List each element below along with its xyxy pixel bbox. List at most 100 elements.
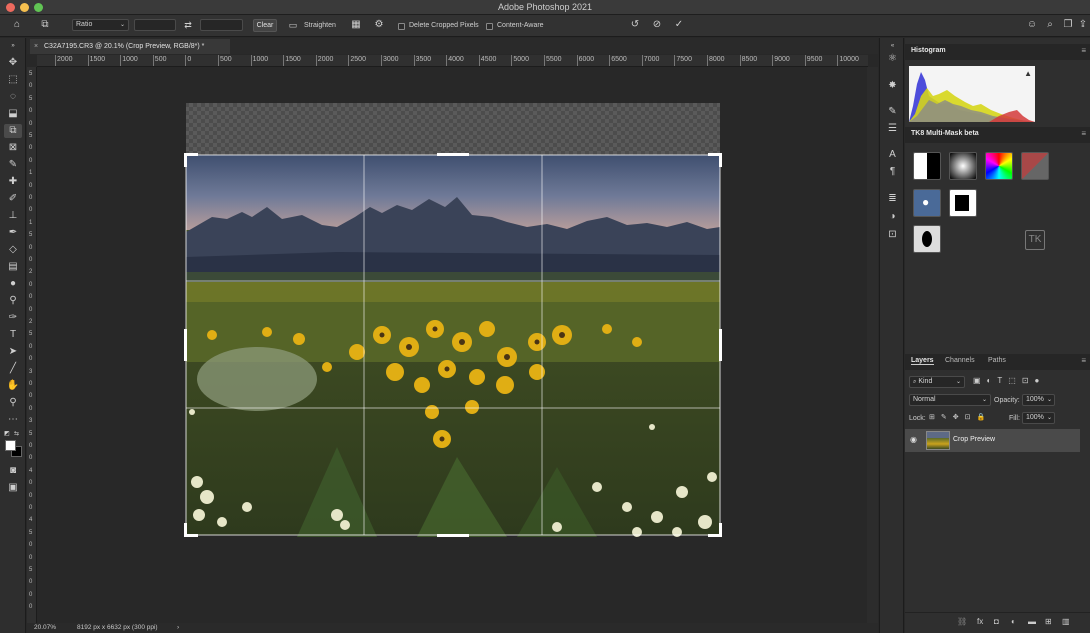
paragraph-icon[interactable]: ¶ [885, 165, 900, 179]
cancel-icon[interactable]: ⊘ [650, 19, 664, 31]
more-tools-icon[interactable]: ⋯ [4, 413, 22, 427]
mask-color-button[interactable] [985, 152, 1013, 180]
eyedropper-tool-icon[interactable]: ✎ [4, 158, 22, 172]
gear-icon[interactable]: ⚙ [372, 19, 386, 31]
workspace-icon[interactable]: ❐ [1061, 19, 1075, 31]
fill-label: Fill: [1009, 415, 1020, 422]
fx-icon[interactable]: fx [977, 617, 983, 626]
straighten-label[interactable]: Straighten [304, 22, 336, 29]
histogram-title[interactable]: Histogram [911, 47, 946, 54]
line-tool-icon[interactable]: ╱ [4, 362, 22, 376]
chevron-down-icon: ⌄ [1046, 397, 1052, 403]
ratio-dropdown[interactable]: Ratio ⌄ [72, 19, 129, 31]
opacity-input[interactable]: 100% ⌄ [1022, 394, 1055, 406]
panel-menu-icon[interactable]: ≡ [1081, 129, 1086, 138]
zoom-tool-icon[interactable]: ⚲ [4, 396, 22, 410]
crop-tool-icon[interactable]: ⧉ [38, 19, 52, 31]
gradient-tool-icon[interactable]: ▤ [4, 260, 22, 274]
lock-icons[interactable]: ⊞✎✥⊡🔒 [929, 413, 999, 424]
commit-check-icon[interactable]: ✓ [672, 19, 686, 31]
tab-layers[interactable]: Layers [911, 357, 934, 365]
libraries-icon[interactable]: ⊡ [885, 228, 900, 242]
dodge-tool-icon[interactable]: ⚲ [4, 294, 22, 308]
clear-button[interactable]: Clear [253, 19, 277, 32]
tab-channels[interactable]: Channels [945, 357, 975, 364]
swap-icon[interactable]: ⇄ [181, 19, 195, 31]
marquee-tool-icon[interactable]: ⬚ [4, 73, 22, 87]
transparent-area [186, 103, 720, 155]
document-tab[interactable]: × C32A7195.CR3 @ 20.1% (Crop Preview, RG… [30, 39, 230, 54]
new-layer-icon[interactable]: ⊞ [1045, 617, 1052, 626]
layer-filter-icons[interactable]: ▣◐T⬚⊡● [973, 376, 1073, 388]
character-icon[interactable]: A [885, 148, 900, 162]
eraser-tool-icon[interactable]: ◇ [4, 243, 22, 257]
styles-icon[interactable]: ◑ [885, 210, 900, 224]
warning-icon[interactable]: ▲ [1024, 69, 1032, 78]
straighten-icon[interactable]: ▭ [286, 19, 300, 31]
user-icon[interactable]: ☺ [1025, 19, 1039, 31]
default-colors-icon[interactable]: ◩ [4, 430, 10, 437]
brush-settings-icon[interactable]: ✎ [885, 105, 900, 119]
foreground-color-swatch[interactable] [5, 440, 16, 451]
share-icon[interactable]: ⇪ [1077, 19, 1089, 31]
brush-tool-icon[interactable]: ✐ [4, 192, 22, 206]
swap-colors-icon[interactable]: ⇆ [14, 430, 20, 437]
mask-person-button[interactable]: ● [913, 189, 941, 217]
search-icon[interactable]: ⌕ [1043, 19, 1057, 31]
adjust-icon[interactable]: ✸ [885, 79, 900, 93]
collapse-icon[interactable]: » [4, 39, 22, 53]
delete-cropped-checkbox[interactable] [398, 23, 405, 30]
pen-tool-icon[interactable]: ✑ [4, 311, 22, 325]
move-tool-icon[interactable]: ✥ [4, 56, 22, 70]
screen-mode-icon[interactable]: ▣ [4, 481, 22, 495]
layer-row[interactable]: ◉ Crop Preview [905, 429, 1080, 452]
mask-range-button[interactable] [1021, 152, 1049, 180]
width-input[interactable] [134, 19, 176, 31]
crop-tool-icon[interactable]: ⧉ [4, 124, 22, 138]
mask-brush-button[interactable] [949, 152, 977, 180]
ruler-tick-label: 5 [29, 95, 33, 102]
zoom-level[interactable]: 20.07% [34, 624, 56, 631]
properties-icon[interactable]: ☰ [885, 122, 900, 136]
multimask-title[interactable]: TK8 Multi-Mask beta [911, 130, 979, 137]
quick-mask-icon[interactable]: ◙ [4, 464, 22, 478]
canvas-area[interactable] [37, 67, 867, 623]
canvas-scrollbar[interactable] [867, 67, 878, 623]
folder-icon[interactable]: ▬ [1028, 617, 1036, 626]
blur-tool-icon[interactable]: ● [4, 277, 22, 291]
blend-mode-dropdown[interactable]: Normal ⌄ [909, 394, 991, 406]
visibility-eye-icon[interactable]: ◉ [910, 435, 917, 444]
path-select-tool-icon[interactable]: ➤ [4, 345, 22, 359]
history-brush-tool-icon[interactable]: ✒ [4, 226, 22, 240]
adjustment-layer-icon[interactable]: ◐ [1011, 617, 1016, 626]
hand-tool-icon[interactable]: ✋ [4, 379, 22, 393]
add-mask-icon[interactable]: ◘ [994, 617, 999, 626]
mask-luminosity-button[interactable] [913, 152, 941, 180]
chevron-down-icon: ⌄ [1046, 415, 1052, 421]
close-tab-icon[interactable]: × [34, 39, 38, 54]
adjustments-icon[interactable]: ≣ [885, 192, 900, 206]
tab-paths[interactable]: Paths [988, 357, 1006, 364]
chevron-right-icon[interactable]: › [177, 624, 179, 631]
content-aware-checkbox[interactable] [486, 23, 493, 30]
learn-icon[interactable]: ⚛ [885, 52, 900, 66]
type-tool-icon[interactable]: T [4, 328, 22, 342]
fill-input[interactable]: 100% ⌄ [1022, 412, 1055, 424]
panel-menu-icon[interactable]: ≡ [1081, 46, 1086, 55]
link-layers-icon[interactable]: ⛓ [957, 617, 967, 626]
dock-collapse-icon[interactable]: « [885, 39, 900, 53]
clone-stamp-tool-icon[interactable]: ⊥ [4, 209, 22, 223]
grid-overlay-icon[interactable]: ▦ [349, 19, 363, 31]
mask-oval-button[interactable] [913, 225, 941, 253]
frame-tool-icon[interactable]: ⊠ [4, 141, 22, 155]
panel-menu-icon[interactable]: ≡ [1081, 356, 1086, 365]
mask-invert-button[interactable] [949, 189, 977, 217]
home-icon[interactable]: ⌂ [10, 19, 24, 31]
trash-icon[interactable]: ▥ [1062, 617, 1070, 626]
lasso-tool-icon[interactable]: ◌ [4, 90, 22, 104]
reset-icon[interactable]: ↺ [628, 19, 642, 31]
layer-filter-dropdown[interactable]: ⌕ Kind ⌄ [909, 376, 965, 388]
object-select-tool-icon[interactable]: ⬓ [4, 107, 22, 121]
height-input[interactable] [200, 19, 243, 31]
healing-brush-tool-icon[interactable]: ✚ [4, 175, 22, 189]
